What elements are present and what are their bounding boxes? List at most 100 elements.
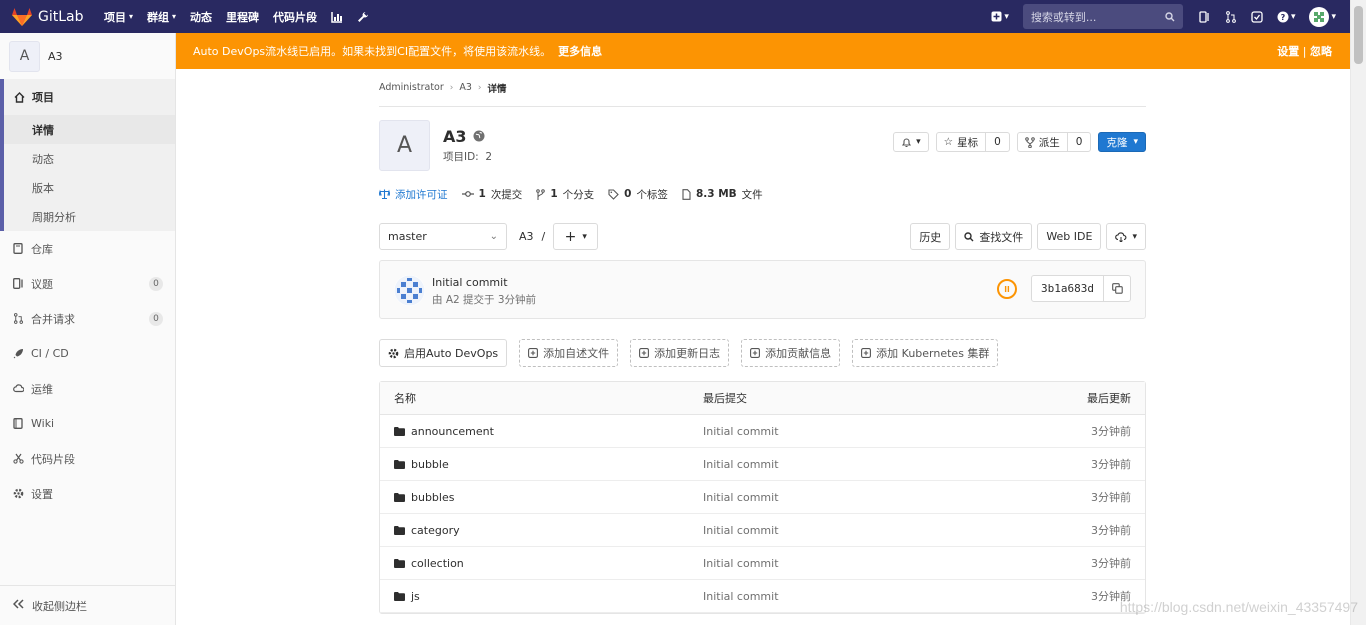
file-name-link[interactable]: category <box>411 524 460 537</box>
clone-button[interactable]: 克隆 ▾ <box>1098 132 1146 152</box>
project-avatar: A <box>9 40 40 72</box>
double-chevron-left-icon <box>12 599 24 612</box>
sidebar-sub-cycle-analytics[interactable]: 周期分析 <box>4 202 175 231</box>
sidebar-item-wiki[interactable]: Wiki <box>0 406 175 441</box>
breadcrumb-item[interactable]: A3 <box>459 82 472 93</box>
fork-count[interactable]: 0 <box>1066 133 1091 151</box>
sidebar-item-label: 运维 <box>31 382 53 396</box>
table-row[interactable]: collection Initial commit 3分钟前 <box>380 547 1145 580</box>
banner-settings-link[interactable]: 设置 <box>1277 45 1299 58</box>
copy-icon[interactable] <box>1104 276 1130 301</box>
enable-auto-devops-button[interactable]: 启用Auto DevOps <box>379 339 508 367</box>
nav-activity[interactable]: 动态 <box>190 9 212 25</box>
file-name-link[interactable]: collection <box>411 557 464 570</box>
help-dropdown[interactable]: ? ▾ <box>1277 11 1295 23</box>
committer-avatar[interactable] <box>394 275 425 306</box>
sidebar-item-repository[interactable]: 仓库 <box>0 231 175 266</box>
top-navbar: GitLab 项目▾ 群组▾ 动态 里程碑 代码片段 ▾ 搜索或转到... <box>0 0 1350 33</box>
table-row[interactable]: bubbles Initial commit 3分钟前 <box>380 481 1145 514</box>
table-row[interactable]: announcement Initial commit 3分钟前 <box>380 415 1145 448</box>
fork-button[interactable]: 派生 0 <box>1016 132 1092 152</box>
sidebar-sub-activity[interactable]: 动态 <box>4 144 175 173</box>
download-dropdown[interactable]: ▾ <box>1106 223 1146 250</box>
sidebar-item-issues[interactable]: 议题 0 <box>0 266 175 301</box>
sidebar-item-merge-requests[interactable]: 合并请求 0 <box>0 301 175 336</box>
sidebar-item-snippets[interactable]: 代码片段 <box>0 441 175 476</box>
banner-more-link[interactable]: 更多信息 <box>558 45 602 58</box>
star-button[interactable]: ☆ 星标 0 <box>935 132 1010 152</box>
last-commit-cell[interactable]: Initial commit <box>703 458 1003 471</box>
add-contributing-button[interactable]: 添加贡献信息 <box>741 339 841 367</box>
gear-icon <box>12 488 24 499</box>
banner-text: Auto DevOps流水线已启用。如果未找到CI配置文件，将使用该流水线。 <box>193 45 552 58</box>
sidebar-sub-details[interactable]: 详情 <box>4 115 175 144</box>
table-row[interactable]: js Initial commit 3分钟前 <box>380 580 1145 613</box>
add-changelog-button[interactable]: 添加更新日志 <box>630 339 730 367</box>
new-item-dropdown[interactable]: ▾ <box>991 11 1009 22</box>
tags-stat[interactable]: 0 个标签 <box>608 187 668 202</box>
folder-icon <box>394 558 405 568</box>
breadcrumb-current[interactable]: 详情 <box>488 81 507 95</box>
last-commit-cell[interactable]: Initial commit <box>703 557 1003 570</box>
banner-message: Auto DevOps流水线已启用。如果未找到CI配置文件，将使用该流水线。 更… <box>193 43 602 59</box>
path-root-link[interactable]: A3 <box>519 230 534 243</box>
file-name-link[interactable]: announcement <box>411 425 494 438</box>
sidebar-item-ci-cd[interactable]: CI / CD <box>0 336 175 371</box>
branches-stat[interactable]: 1 个分支 <box>536 187 594 202</box>
add-readme-button[interactable]: 添加自述文件 <box>519 339 619 367</box>
file-name-link[interactable]: js <box>411 590 420 603</box>
nav-groups[interactable]: 群组 ▾ <box>147 9 176 25</box>
history-button[interactable]: 历史 <box>910 223 951 250</box>
collapse-sidebar-button[interactable]: 收起侧边栏 <box>0 585 175 625</box>
pipeline-paused-icon[interactable]: ll <box>997 279 1017 299</box>
page-scrollbar[interactable] <box>1350 0 1366 625</box>
nav-snippets[interactable]: 代码片段 <box>273 9 317 25</box>
nav-projects[interactable]: 项目 ▾ <box>104 9 133 25</box>
page-title: A3 <box>443 127 485 146</box>
nav-milestones[interactable]: 里程碑 <box>226 9 259 25</box>
wrench-icon[interactable] <box>357 11 369 23</box>
branch-select[interactable]: master ⌄ <box>379 223 507 250</box>
notification-dropdown[interactable]: ▾ <box>893 132 929 152</box>
add-to-tree-dropdown[interactable]: + ▾ <box>553 223 599 250</box>
last-commit-cell[interactable]: Initial commit <box>703 491 1003 504</box>
sidebar-item-operations[interactable]: 运维 <box>0 371 175 406</box>
file-name-link[interactable]: bubble <box>411 458 449 471</box>
commits-stat[interactable]: 1 次提交 <box>461 187 522 202</box>
branch-select-value: master <box>388 230 427 243</box>
collapse-sidebar-label: 收起侧边栏 <box>32 599 87 613</box>
last-commit-cell[interactable]: Initial commit <box>703 590 1003 603</box>
last-commit-cell[interactable]: Initial commit <box>703 425 1003 438</box>
last-commit-cell[interactable]: Initial commit <box>703 524 1003 537</box>
merge-request-icon[interactable] <box>1225 10 1237 23</box>
sidebar-item-settings[interactable]: 设置 <box>0 476 175 511</box>
search-icon <box>1165 11 1175 21</box>
chart-icon[interactable] <box>331 11 343 23</box>
add-license-link[interactable]: 添加许可证 <box>379 187 448 202</box>
sidebar-item-project[interactable]: 项目 <box>4 79 175 115</box>
issues-icon[interactable] <box>1199 10 1211 23</box>
sidebar-item-label: 议题 <box>31 277 53 291</box>
find-file-button[interactable]: 查找文件 <box>955 223 1033 250</box>
breadcrumb-item[interactable]: Administrator <box>379 82 444 93</box>
search-input[interactable]: 搜索或转到... <box>1022 4 1183 29</box>
scrollbar-thumb[interactable] <box>1354 6 1363 64</box>
files-stat[interactable]: 8.3 MB 文件 <box>682 187 763 202</box>
add-kubernetes-cluster-button[interactable]: 添加 Kubernetes 集群 <box>852 339 999 367</box>
star-count[interactable]: 0 <box>985 133 1009 151</box>
user-menu[interactable]: ▾ <box>1309 6 1336 27</box>
table-row[interactable]: bubble Initial commit 3分钟前 <box>380 448 1145 481</box>
file-name-link[interactable]: bubbles <box>411 491 454 504</box>
sidebar-project-header[interactable]: A A3 <box>0 33 175 79</box>
todo-check-icon[interactable] <box>1251 10 1263 23</box>
home-icon <box>13 91 25 103</box>
table-row[interactable]: category Initial commit 3分钟前 <box>380 514 1145 547</box>
commit-title[interactable]: Initial commit <box>432 276 508 289</box>
sidebar-item-label: 设置 <box>31 487 53 501</box>
sidebar-sub-releases[interactable]: 版本 <box>4 173 175 202</box>
gitlab-logo[interactable]: GitLab <box>12 7 92 26</box>
plus-square-icon <box>991 11 1002 22</box>
commit-sha[interactable]: 3b1a683d <box>1032 276 1104 301</box>
web-ide-button[interactable]: Web IDE <box>1037 223 1102 250</box>
banner-dismiss-link[interactable]: 忽略 <box>1310 45 1332 58</box>
